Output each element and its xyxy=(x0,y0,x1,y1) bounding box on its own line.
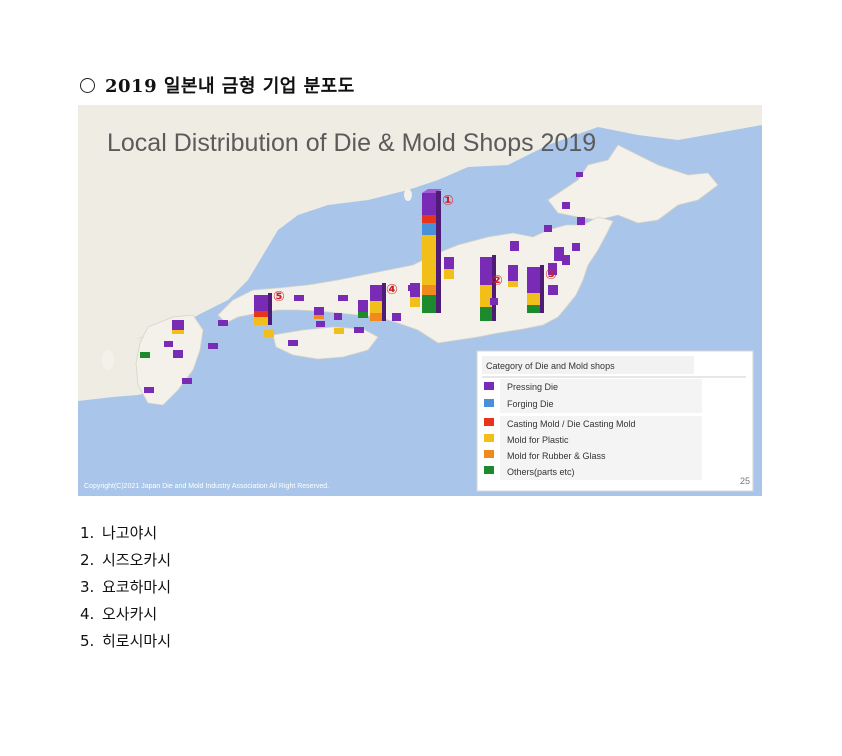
bar-column xyxy=(254,293,272,325)
list-item: 5. 히로시마시 xyxy=(80,628,171,655)
list-item: 4. 오사카시 xyxy=(80,601,171,628)
list-text: 오사카시 xyxy=(102,605,158,623)
copyright-text: Copyright(C)2021 Japan Die and Mold Indu… xyxy=(84,483,329,490)
legend-box: Category of Die and Mold shops Pressing … xyxy=(476,350,754,492)
page-number: 25 xyxy=(740,476,750,486)
distribution-map-figure: Local Distribution of Die & Mold Shops 2… xyxy=(78,105,762,496)
list-text: 나고야시 xyxy=(102,524,158,542)
legend-swatch xyxy=(484,418,494,426)
marker-4: ④ xyxy=(386,282,398,298)
bar-column xyxy=(370,283,386,321)
legend-item: Pressing Die xyxy=(507,382,558,392)
legend-item: Forging Die xyxy=(507,399,554,409)
list-item: 2. 시즈오카시 xyxy=(80,547,171,574)
list-number: 2. xyxy=(80,551,95,569)
legend-item: Mold for Rubber & Glass xyxy=(507,451,606,461)
legend-swatch xyxy=(484,466,494,474)
city-list: 1. 나고야시 2. 시즈오카시 3. 요코하마시 4. 오사카시 5. 히로시마시 xyxy=(80,520,171,655)
sado-island xyxy=(404,189,412,201)
legend-swatch xyxy=(484,434,494,442)
figure-title: Local Distribution of Die & Mold Shops 2… xyxy=(107,129,596,157)
list-number: 4. xyxy=(80,605,95,623)
list-number: 5. xyxy=(80,632,95,650)
legend-item: Casting Mold / Die Casting Mold xyxy=(507,419,636,429)
heading-text: 2019 일본내 금형 기업 분포도 xyxy=(105,76,355,97)
list-item: 3. 요코하마시 xyxy=(80,574,171,601)
marker-3: ③ xyxy=(545,267,557,283)
marker-5: ⑤ xyxy=(273,289,285,305)
legend-swatch xyxy=(484,450,494,458)
list-number: 1. xyxy=(80,524,95,542)
marker-2: ② xyxy=(491,273,503,289)
circle-bullet-icon xyxy=(80,78,95,93)
list-text: 시즈오카시 xyxy=(102,551,172,569)
legend-swatch xyxy=(484,382,494,390)
list-item: 1. 나고야시 xyxy=(80,520,171,547)
marker-1: ① xyxy=(442,193,454,209)
bar-column xyxy=(422,189,442,313)
legend-item: Mold for Plastic xyxy=(507,435,569,445)
list-number: 3. xyxy=(80,578,95,596)
tsushima-island xyxy=(102,350,114,370)
bar-column xyxy=(527,265,544,313)
legend-item: Others(parts etc) xyxy=(507,467,575,477)
legend-swatch xyxy=(484,399,494,407)
legend-title: Category of Die and Mold shops xyxy=(486,361,615,371)
list-text: 히로시마시 xyxy=(102,632,172,650)
map-svg: Local Distribution of Die & Mold Shops 2… xyxy=(78,105,762,496)
section-heading: 2019 일본내 금형 기업 분포도 xyxy=(80,72,355,98)
list-text: 요코하마시 xyxy=(102,578,172,596)
